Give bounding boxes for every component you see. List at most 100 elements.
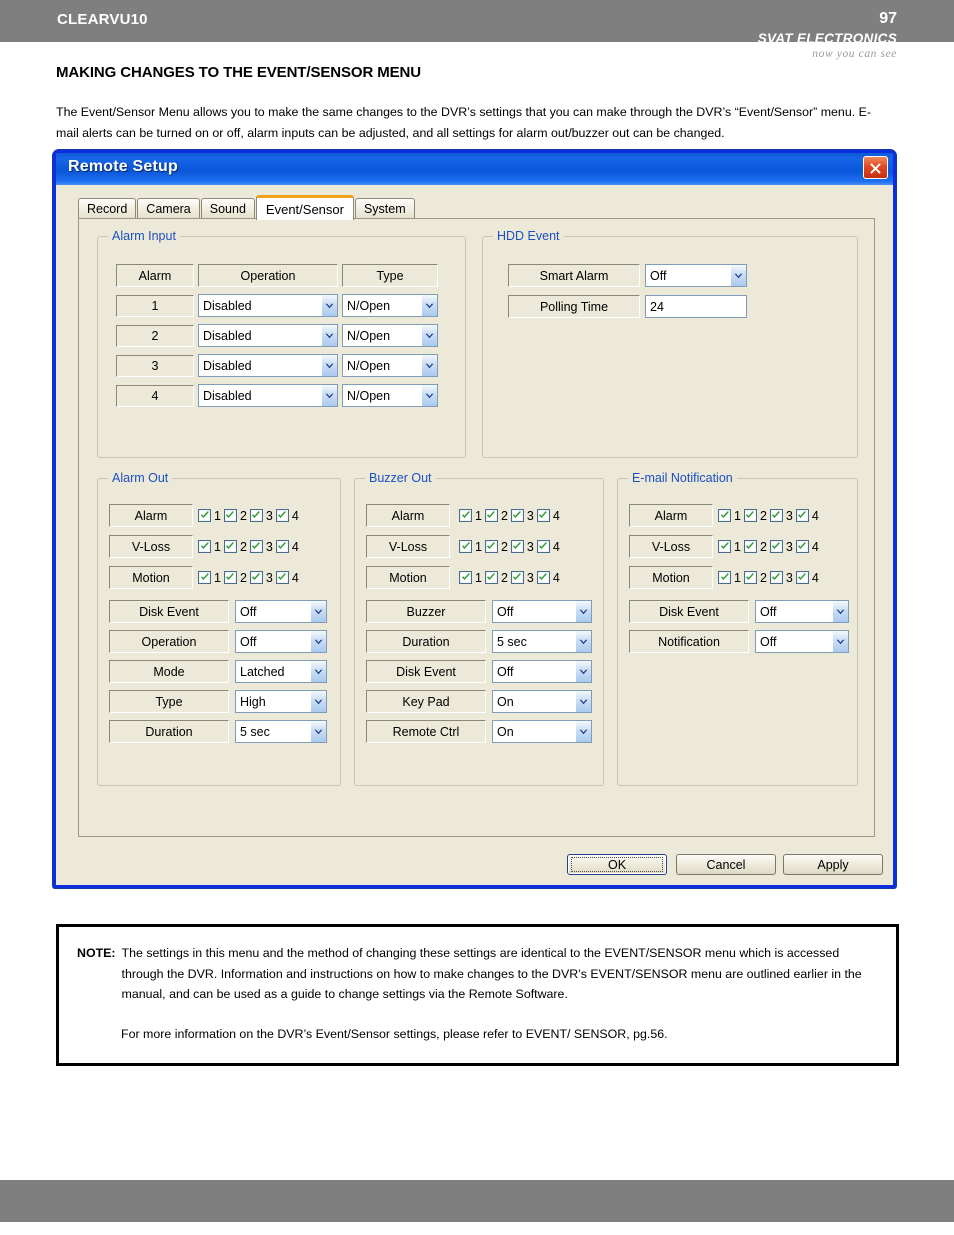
combo-value: On xyxy=(497,724,514,739)
checkbox-buzzer-out-alarm-4[interactable] xyxy=(536,509,550,522)
checkbox-email-alarm-1[interactable] xyxy=(718,509,731,522)
label-text: Smart Alarm xyxy=(539,268,609,283)
alarm-input-operation-select-4[interactable]: Disabled xyxy=(198,384,338,407)
cancel-button[interactable]: Cancel xyxy=(676,854,776,875)
tab-camera[interactable]: Camera xyxy=(137,198,200,219)
checkbox-email-motion-1[interactable] xyxy=(718,571,731,584)
email-notification-select[interactable]: Off xyxy=(755,630,849,653)
checkbox-label: 2 xyxy=(500,508,508,523)
chevron-down-icon xyxy=(730,265,746,286)
buzzer-out-group: Buzzer Out Alarm 1 2 3 4 V-Loss 1 2 3 4 xyxy=(354,471,604,786)
checkbox-label: 2 xyxy=(500,570,508,585)
checkbox-alarm-out-alarm-1[interactable] xyxy=(198,509,211,522)
polling-time-input[interactable]: 24 xyxy=(645,295,747,318)
checkbox-buzzer-out-alarm-2[interactable] xyxy=(484,509,498,522)
checkbox-buzzer-out-vloss-4[interactable] xyxy=(536,540,550,553)
tab-event-sensor[interactable]: Event/Sensor xyxy=(255,195,354,220)
checkbox-buzzer-out-motion-4[interactable] xyxy=(536,571,550,584)
checkbox-email-motion-4[interactable] xyxy=(795,571,809,584)
checkbox-alarm-out-vloss-3[interactable] xyxy=(249,540,263,553)
checkbox-buzzer-out-vloss-1[interactable] xyxy=(459,540,472,553)
checkbox-label: 3 xyxy=(785,539,793,554)
tab-label: System xyxy=(363,202,406,216)
email-notification-group: E-mail Notification Alarm 1 2 3 4 V-Loss… xyxy=(617,471,858,786)
checkbox-alarm-out-vloss-1[interactable] xyxy=(198,540,211,553)
alarm-out-type-select[interactable]: High xyxy=(235,690,327,713)
alarm-out-duration-select[interactable]: 5 sec xyxy=(235,720,327,743)
checkbox-buzzer-out-motion-2[interactable] xyxy=(484,571,498,584)
ok-button[interactable]: OK xyxy=(567,854,667,875)
alarm-out-group-label: Alarm Out xyxy=(108,471,173,485)
checkbox-alarm-out-motion-2[interactable] xyxy=(223,571,237,584)
chevron-down-icon xyxy=(575,601,591,622)
chevron-down-icon xyxy=(421,355,437,376)
checkbox-label: 3 xyxy=(526,570,534,585)
close-icon[interactable] xyxy=(863,156,888,179)
checkbox-email-vloss-3[interactable] xyxy=(769,540,783,553)
checkbox-alarm-out-alarm-4[interactable] xyxy=(275,509,289,522)
checkbox-label: 3 xyxy=(526,508,534,523)
tab-label: Record xyxy=(87,202,128,216)
checkbox-buzzer-out-alarm-1[interactable] xyxy=(459,509,472,522)
buzzer-out-key-pad-select[interactable]: On xyxy=(492,690,592,713)
label-text: Alarm xyxy=(134,508,168,523)
checkbox-buzzer-out-alarm-3[interactable] xyxy=(510,509,524,522)
alarm-input-operation-select-2[interactable]: Disabled xyxy=(198,324,338,347)
combo-value: Off xyxy=(497,604,514,619)
email-notification-group-label: E-mail Notification xyxy=(628,471,737,485)
buzzer-out-vloss-checks: 1 2 3 4 xyxy=(459,535,563,558)
alarm-input-operation-select-3[interactable]: Disabled xyxy=(198,354,338,377)
checkbox-buzzer-out-motion-1[interactable] xyxy=(459,571,472,584)
checkbox-alarm-out-motion-1[interactable] xyxy=(198,571,211,584)
checkbox-email-alarm-2[interactable] xyxy=(743,509,757,522)
alarm-out-operation-select[interactable]: Off xyxy=(235,630,327,653)
tab-label: Camera xyxy=(146,202,191,216)
smart-alarm-select[interactable]: Off xyxy=(645,264,747,287)
buzzer-out-disk-event-select[interactable]: Off xyxy=(492,660,592,683)
combo-value: 5 sec xyxy=(497,634,527,649)
label-text: Disk Event xyxy=(659,604,719,619)
buzzer-out-remote-ctrl-select[interactable]: On xyxy=(492,720,592,743)
checkbox-email-vloss-2[interactable] xyxy=(743,540,757,553)
buzzer-out-duration-select[interactable]: 5 sec xyxy=(492,630,592,653)
alarm-number-text: 3 xyxy=(151,359,159,373)
checkbox-alarm-out-vloss-4[interactable] xyxy=(275,540,289,553)
checkbox-alarm-out-alarm-2[interactable] xyxy=(223,509,237,522)
email-disk-event-select[interactable]: Off xyxy=(755,600,849,623)
checkbox-email-motion-3[interactable] xyxy=(769,571,783,584)
checkbox-label: 1 xyxy=(734,570,741,585)
dialog-title: Remote Setup xyxy=(68,158,178,175)
checkbox-email-alarm-3[interactable] xyxy=(769,509,783,522)
checkbox-alarm-out-vloss-2[interactable] xyxy=(223,540,237,553)
checkbox-email-vloss-1[interactable] xyxy=(718,540,731,553)
checkbox-buzzer-out-vloss-3[interactable] xyxy=(510,540,524,553)
alarm-out-mode-select[interactable]: Latched xyxy=(235,660,327,683)
checkbox-label: 1 xyxy=(734,508,741,523)
label-text: Motion xyxy=(389,570,427,585)
tab-system[interactable]: System xyxy=(354,198,415,219)
alarm-input-type-select-1[interactable]: N/Open xyxy=(342,294,438,317)
tab-record[interactable]: Record xyxy=(78,198,137,219)
alarm-input-type-select-4[interactable]: N/Open xyxy=(342,384,438,407)
email-alarm-label: Alarm xyxy=(629,504,713,527)
buzzer-out-buzzer-select[interactable]: Off xyxy=(492,600,592,623)
checkbox-label: 2 xyxy=(500,539,508,554)
checkbox-email-alarm-4[interactable] xyxy=(795,509,809,522)
checkbox-alarm-out-alarm-3[interactable] xyxy=(249,509,263,522)
checkbox-buzzer-out-vloss-2[interactable] xyxy=(484,540,498,553)
checkbox-buzzer-out-motion-3[interactable] xyxy=(510,571,524,584)
alarm-input-operation-select-1[interactable]: Disabled xyxy=(198,294,338,317)
alarm-out-vloss-checks: 1 2 3 4 xyxy=(198,535,302,558)
alarm-out-disk-event-select[interactable]: Off xyxy=(235,600,327,623)
alarm-input-type-select-2[interactable]: N/Open xyxy=(342,324,438,347)
checkbox-email-motion-2[interactable] xyxy=(743,571,757,584)
combo-value: Disabled xyxy=(203,358,252,373)
alarm-input-type-select-3[interactable]: N/Open xyxy=(342,354,438,377)
label-text: Key Pad xyxy=(402,694,450,709)
checkbox-alarm-out-motion-3[interactable] xyxy=(249,571,263,584)
checkbox-alarm-out-motion-4[interactable] xyxy=(275,571,289,584)
checkbox-email-vloss-4[interactable] xyxy=(795,540,809,553)
buzzer-out-vloss-label: V-Loss xyxy=(366,535,450,558)
tab-sound[interactable]: Sound xyxy=(200,198,255,219)
apply-button[interactable]: Apply xyxy=(783,854,883,875)
